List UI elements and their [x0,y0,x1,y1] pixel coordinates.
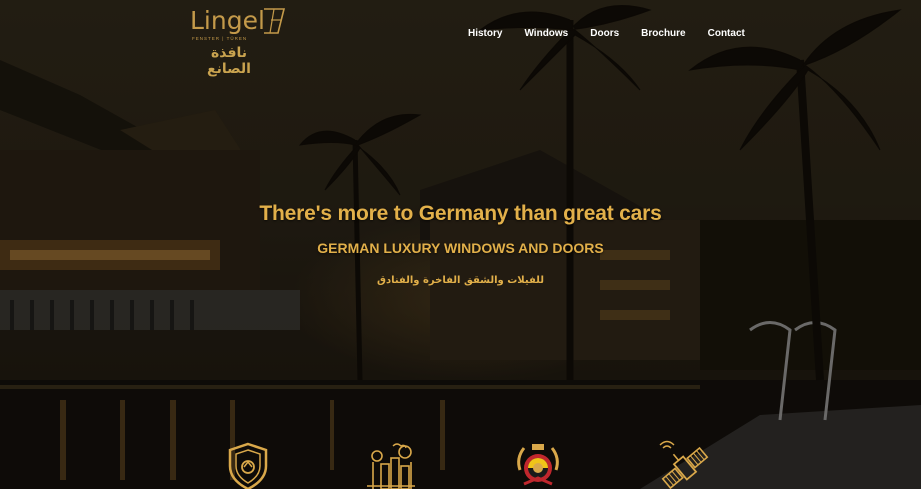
main-nav: History Windows Doors Brochure Contact [468,28,767,39]
logo-wordmark: Lingel [190,6,265,35]
nav-brochure[interactable]: Brochure [641,28,685,39]
logo-window-mark-icon [264,8,286,34]
logo-arabic-tagline: نافذة الصانع [207,45,251,77]
city-icon[interactable] [363,440,419,489]
nav-doors[interactable]: Doors [590,28,619,39]
satellite-icon[interactable] [657,440,713,489]
nav-history[interactable]: History [468,28,502,39]
german-quality-emblem-icon[interactable] [510,440,566,489]
hero-subheadline: GERMAN LUXURY WINDOWS AND DOORS [317,240,604,256]
shield-icon[interactable] [220,440,276,489]
logo-subtitle: FENSTER | TÜREN [192,36,248,41]
hero-headline: There's more to Germany than great cars [259,202,662,225]
nav-windows[interactable]: Windows [524,28,568,39]
hero-arabic-tagline: للفيلات والشقق الفاخرة والفنادق [377,275,544,286]
brand-logo[interactable]: Lingel FENSTER | TÜREN نافذة الصانع [190,6,290,77]
nav-contact[interactable]: Contact [708,28,745,39]
